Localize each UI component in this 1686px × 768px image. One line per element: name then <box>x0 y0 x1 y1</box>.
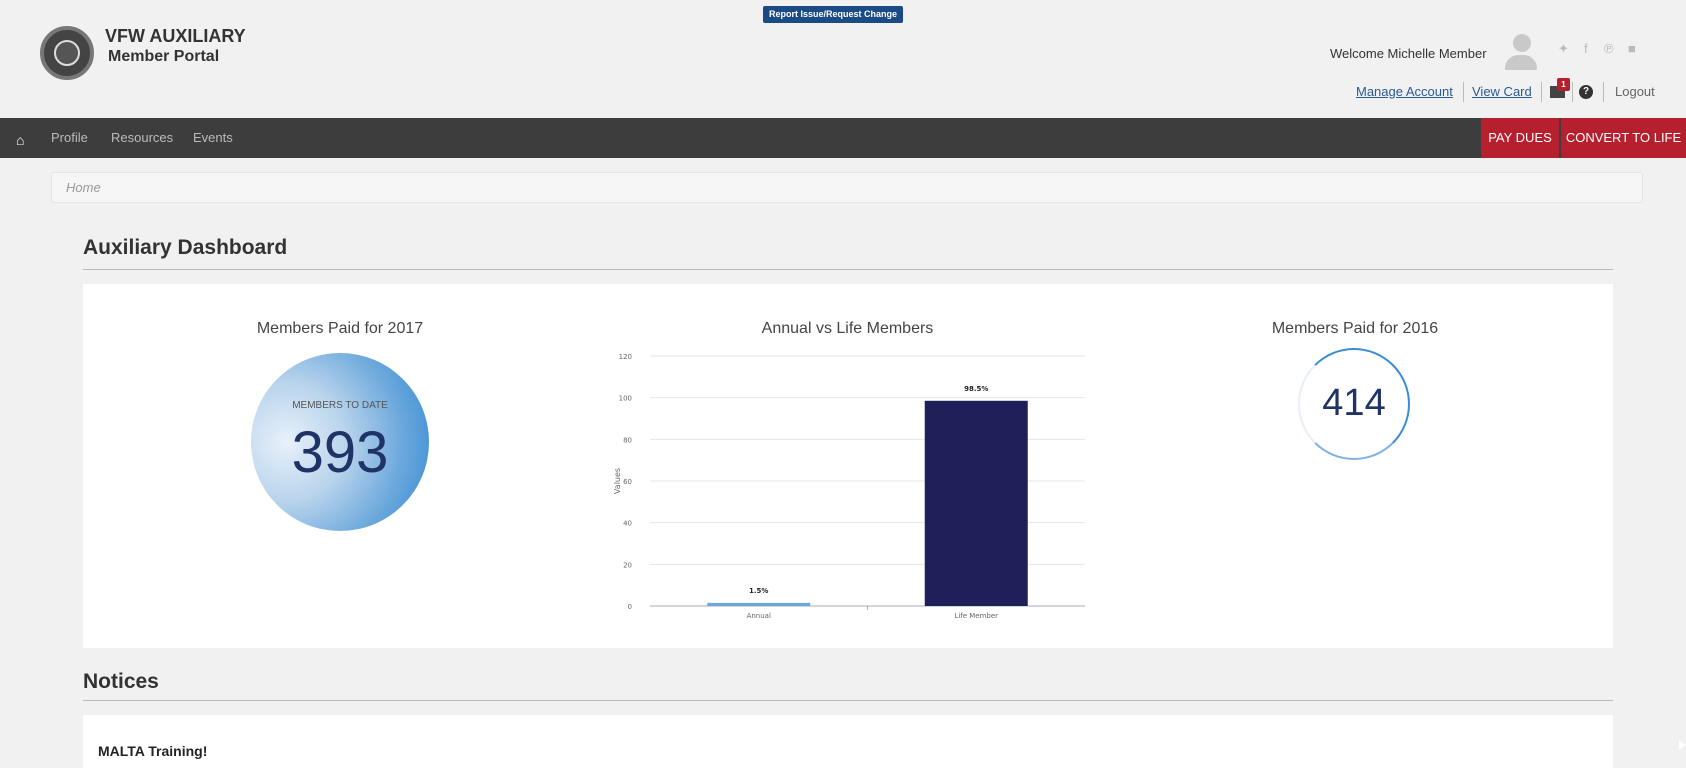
paid-2016-ring: 414 <box>1298 348 1410 460</box>
brand-subtitle: Member Portal <box>108 48 220 65</box>
paid-2016-value: 414 <box>1322 382 1386 424</box>
chart-svg: 0 20 40 60 80 100 120 Values 1.5% Annual 98.5% Life… <box>613 353 1085 620</box>
nav-item-events[interactable]: Events <box>193 130 233 145</box>
active-caret <box>19 153 29 158</box>
welcome-text: Welcome Michelle Member <box>1330 46 1487 61</box>
convert-to-life-button[interactable]: CONVERT TO LIFE <box>1561 118 1686 158</box>
pinterest-icon[interactable]: ℗ <box>1604 41 1614 56</box>
youtube-icon[interactable]: ■ <box>1628 41 1636 56</box>
y-tick-label: 120 <box>619 353 632 361</box>
divider <box>1572 82 1573 102</box>
vfw-auxiliary-logo[interactable] <box>40 26 94 80</box>
x-tick-label: Annual <box>747 612 771 620</box>
y-tick-label: 40 <box>623 520 632 528</box>
data-label: 98.5% <box>964 385 988 393</box>
paid-2017-value: 393 <box>291 420 389 485</box>
notices-title: Notices <box>83 670 159 693</box>
y-tick-label: 80 <box>623 436 632 444</box>
nav-item-resources[interactable]: Resources <box>111 130 173 145</box>
view-card-link[interactable]: View Card <box>1472 84 1532 99</box>
twitter-icon[interactable]: ✦ <box>1558 41 1569 57</box>
chart-title: Annual vs Life Members <box>761 320 934 337</box>
brand-title: VFW AUXILIARY <box>105 26 246 46</box>
divider <box>1603 82 1604 102</box>
manage-account-link[interactable]: Manage Account <box>1356 84 1453 99</box>
facebook-icon[interactable]: f <box>1584 41 1588 56</box>
data-label: 1.5% <box>749 587 768 595</box>
divider <box>1541 82 1542 102</box>
avatar-body <box>1505 55 1537 70</box>
paid-2016-title: Members Paid for 2016 <box>1271 320 1439 337</box>
seal-icon <box>54 40 80 66</box>
bar <box>707 602 811 606</box>
notices-panel <box>83 715 1613 768</box>
x-tick-label: Life Member <box>954 612 998 620</box>
paid-2017-title: Members Paid for 2017 <box>256 320 424 337</box>
mouse-cursor <box>1679 740 1686 750</box>
mail-badge: 1 <box>1557 78 1570 91</box>
y-tick-label: 20 <box>623 561 632 569</box>
avatar-head <box>1513 34 1531 52</box>
notice-item[interactable]: MALTA Training! <box>98 743 207 759</box>
members-to-date-label: MEMBERS TO DATE <box>292 400 388 411</box>
logout-link[interactable]: Logout <box>1615 84 1655 99</box>
y-axis-label: Values <box>613 468 622 494</box>
y-tick-label: 60 <box>623 478 632 486</box>
report-issue-button[interactable]: Report Issue/Request Change <box>763 6 904 23</box>
annual-vs-life-chart: 0 20 40 60 80 100 120 Values 1.5% Annual 98.5% Life… <box>610 350 1100 650</box>
title-rule <box>83 269 1613 270</box>
question-icon[interactable]: ? <box>1579 85 1593 99</box>
breadcrumb-home[interactable]: Home <box>66 180 101 195</box>
avatar[interactable] <box>1502 34 1540 72</box>
main-nav <box>0 118 1686 158</box>
nav-item-profile[interactable]: Profile <box>51 130 88 145</box>
y-tick-label: 0 <box>628 603 632 611</box>
paid-2017-circle: MEMBERS TO DATE 393 <box>251 353 429 531</box>
breadcrumb: Home <box>51 172 1643 203</box>
divider <box>1463 82 1464 102</box>
notices-rule <box>83 700 1613 701</box>
y-tick-label: 100 <box>619 395 632 403</box>
page-title: Auxiliary Dashboard <box>83 236 288 259</box>
bar <box>924 400 1028 606</box>
pay-dues-button[interactable]: PAY DUES <box>1481 118 1559 158</box>
home-icon[interactable]: ⌂ <box>16 132 24 148</box>
